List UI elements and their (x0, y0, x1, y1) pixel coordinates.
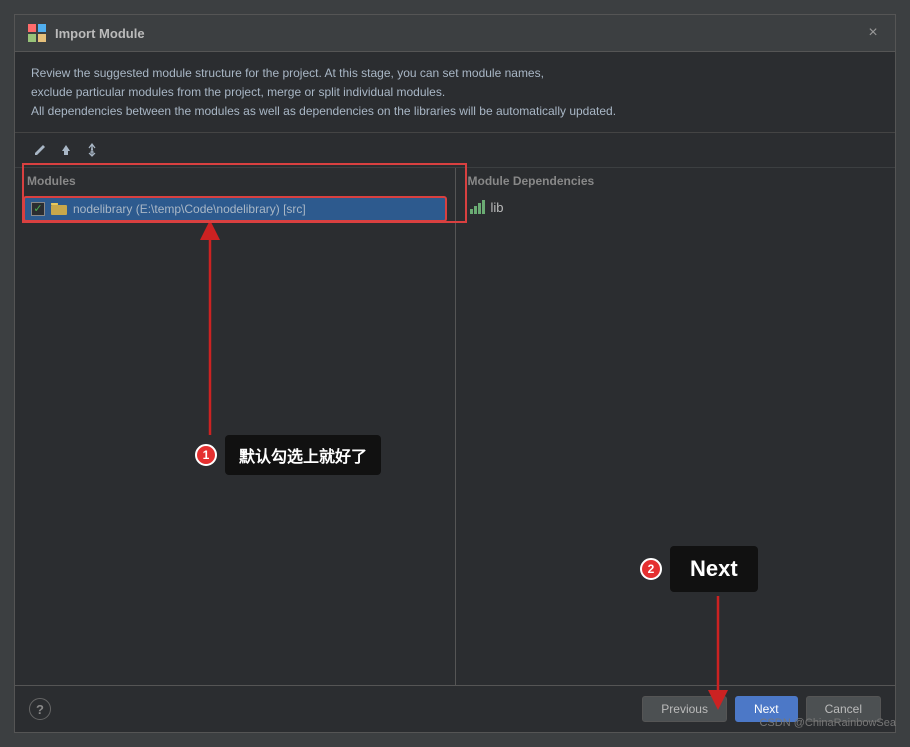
lib-icon (470, 200, 485, 214)
dependencies-panel: Module Dependencies lib (456, 168, 896, 685)
modules-header: Modules (15, 168, 455, 192)
annotation-2: 2 Next (640, 546, 758, 592)
dialog-title-bar: Import Module × (15, 15, 895, 52)
edit-button[interactable] (29, 139, 51, 161)
split-button[interactable] (81, 139, 103, 161)
dependency-item: lib (464, 196, 888, 219)
dialog-description: Review the suggested module structure fo… (15, 52, 895, 133)
description-line1: Review the suggested module structure fo… (31, 64, 879, 83)
module-checkbox[interactable]: ✓ (31, 202, 45, 216)
module-label: nodelibrary (E:\temp\Code\nodelibrary) [… (73, 202, 306, 216)
description-line3: All dependencies between the modules as … (31, 102, 879, 121)
move-up-button[interactable] (55, 139, 77, 161)
description-line2: exclude particular modules from the proj… (31, 83, 879, 102)
help-button[interactable]: ? (29, 698, 51, 720)
watermark: CSDN @ChinaRainbowSea (759, 717, 896, 729)
dependencies-header: Module Dependencies (456, 168, 896, 192)
dialog-icon (27, 23, 47, 43)
module-folder-icon (51, 202, 67, 216)
dependencies-list: lib (456, 192, 896, 685)
dependency-label: lib (491, 200, 504, 215)
import-module-dialog: Import Module × Review the suggested mod… (14, 14, 896, 733)
modules-toolbar (15, 133, 895, 168)
previous-button[interactable]: Previous (642, 696, 727, 722)
content-area: Modules ✓ nodelibrary (E:\temp\Code\node… (15, 168, 895, 685)
annotation-1: 1 默认勾选上就好了 (195, 435, 381, 475)
annotation-1-number: 1 (195, 444, 217, 466)
annotation-2-number: 2 (640, 558, 662, 580)
module-item[interactable]: ✓ nodelibrary (E:\temp\Code\nodelibrary)… (23, 196, 447, 222)
close-button[interactable]: × (863, 23, 883, 43)
modules-panel: Modules ✓ nodelibrary (E:\temp\Code\node… (15, 168, 456, 685)
annotation-2-text: Next (670, 546, 758, 592)
dialog-title: Import Module (55, 26, 863, 41)
footer-left: ? (29, 698, 634, 720)
annotation-1-text: 默认勾选上就好了 (225, 435, 381, 475)
